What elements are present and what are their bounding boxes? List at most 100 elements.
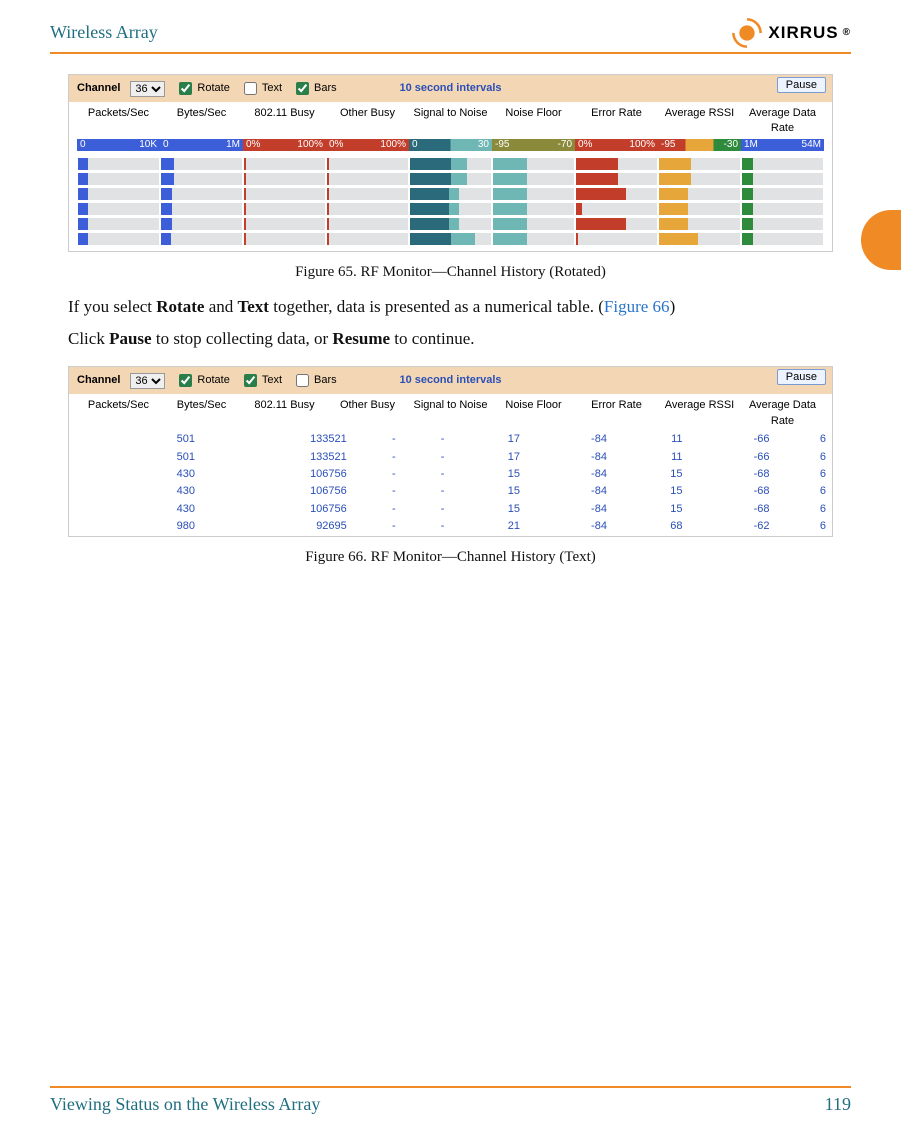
bar-cell <box>244 158 325 170</box>
table-cell: 106756 <box>201 466 353 483</box>
table-cell: 92695 <box>201 518 353 535</box>
column-header: Bytes/Sec <box>160 398 243 429</box>
bar-cell <box>244 203 325 215</box>
text-checkbox[interactable] <box>244 82 257 95</box>
channel-select[interactable]: 36 <box>130 373 165 389</box>
table-row: 98092695--21-8468-626 <box>69 518 832 535</box>
bar-cell <box>78 158 159 170</box>
figure-65-caption: Figure 65. RF Monitor—Channel History (R… <box>50 262 851 283</box>
table-cell: 430 <box>69 466 201 483</box>
bar-cell <box>244 188 325 200</box>
table-cell: 106756 <box>201 501 353 518</box>
bar-cell <box>410 203 491 215</box>
interval-label: 10 second intervals <box>399 81 501 96</box>
table-cell: 6 <box>775 518 832 535</box>
table-cell: - <box>402 466 451 483</box>
scale-cell: -95-70 <box>492 139 575 151</box>
column-header: Other Busy <box>326 106 409 137</box>
footer-section: Viewing Status on the Wireless Array <box>50 1092 320 1117</box>
bar-row <box>77 173 824 185</box>
column-header: Average Data Rate <box>741 106 824 137</box>
pause-button[interactable]: Pause <box>777 77 826 93</box>
table-row: 430106756--15-8415-686 <box>69 483 832 500</box>
table-cell: 17 <box>450 431 526 448</box>
bar-cell <box>161 203 242 215</box>
bar-cell <box>493 218 574 230</box>
table-cell: 15 <box>450 501 526 518</box>
column-header: Noise Floor <box>492 398 575 429</box>
bar-cell <box>161 218 242 230</box>
page-tab-decor <box>861 210 901 270</box>
table-cell: 106756 <box>201 483 353 500</box>
table-cell: 430 <box>69 483 201 500</box>
bar-cell <box>576 173 657 185</box>
column-header: Error Rate <box>575 106 658 137</box>
bars-label: Bars <box>314 81 337 96</box>
table-cell: 21 <box>450 518 526 535</box>
rotate-checkbox[interactable] <box>179 374 192 387</box>
bars-checkbox[interactable] <box>296 374 309 387</box>
fig65-toolbar: Channel 36 Rotate Text Bars 10 second in… <box>69 75 832 102</box>
bar-cell <box>576 158 657 170</box>
bar-cell <box>244 218 325 230</box>
bar-cell <box>659 233 740 245</box>
table-cell: - <box>353 501 402 518</box>
table-cell: -84 <box>526 466 613 483</box>
figure-66-link[interactable]: Figure 66 <box>604 297 670 316</box>
table-cell: 15 <box>613 466 689 483</box>
footer-page-number: 119 <box>825 1092 851 1117</box>
table-cell: - <box>402 501 451 518</box>
table-cell: 15 <box>613 501 689 518</box>
rotate-checkbox[interactable] <box>179 82 192 95</box>
table-cell: - <box>353 449 402 466</box>
bar-cell <box>493 188 574 200</box>
column-header: 802.11 Busy <box>243 398 326 429</box>
figure-66-caption: Figure 66. RF Monitor—Channel History (T… <box>50 547 851 568</box>
table-cell: -84 <box>526 501 613 518</box>
bar-cell <box>493 203 574 215</box>
table-cell: 430 <box>69 501 201 518</box>
table-cell: - <box>353 466 402 483</box>
fig66-data-table: 501133521--17-8411-666501133521--17-8411… <box>69 431 832 535</box>
bar-cell <box>659 203 740 215</box>
bars-checkbox[interactable] <box>296 82 309 95</box>
xirrus-mark-icon <box>730 16 764 50</box>
bar-cell <box>576 188 657 200</box>
bar-cell <box>244 173 325 185</box>
figure-65-screenshot: Channel 36 Rotate Text Bars 10 second in… <box>68 74 833 252</box>
bar-cell <box>659 158 740 170</box>
bar-cell <box>742 188 823 200</box>
table-cell: 501 <box>69 431 201 448</box>
channel-select[interactable]: 36 <box>130 81 165 97</box>
scale-cell: 0%100% <box>326 139 409 151</box>
column-header: Average Data Rate <box>741 398 824 429</box>
table-cell: -62 <box>689 518 776 535</box>
table-cell: - <box>353 518 402 535</box>
scale-cell: 01M <box>160 139 243 151</box>
bar-cell <box>161 158 242 170</box>
figure-66-screenshot: Channel 36 Rotate Text Bars 10 second in… <box>68 366 833 536</box>
bar-row <box>77 188 824 200</box>
bar-cell <box>78 173 159 185</box>
table-cell: - <box>402 518 451 535</box>
channel-label: Channel <box>77 81 120 96</box>
table-cell: 68 <box>613 518 689 535</box>
scale-cell: -95-30 <box>658 139 741 151</box>
bar-cell <box>659 188 740 200</box>
bar-cell <box>327 233 408 245</box>
table-row: 501133521--17-8411-666 <box>69 431 832 448</box>
table-cell: - <box>402 431 451 448</box>
bar-cell <box>742 218 823 230</box>
column-header: Error Rate <box>575 398 658 429</box>
bar-cell <box>78 218 159 230</box>
scale-cell: 1M54M <box>741 139 824 151</box>
text-checkbox[interactable] <box>244 374 257 387</box>
channel-label: Channel <box>77 373 120 388</box>
table-cell: -84 <box>526 483 613 500</box>
column-header: Bytes/Sec <box>160 106 243 137</box>
column-header: Noise Floor <box>492 106 575 137</box>
pause-button[interactable]: Pause <box>777 369 826 385</box>
bar-cell <box>742 203 823 215</box>
bar-row <box>77 218 824 230</box>
bar-cell <box>659 173 740 185</box>
